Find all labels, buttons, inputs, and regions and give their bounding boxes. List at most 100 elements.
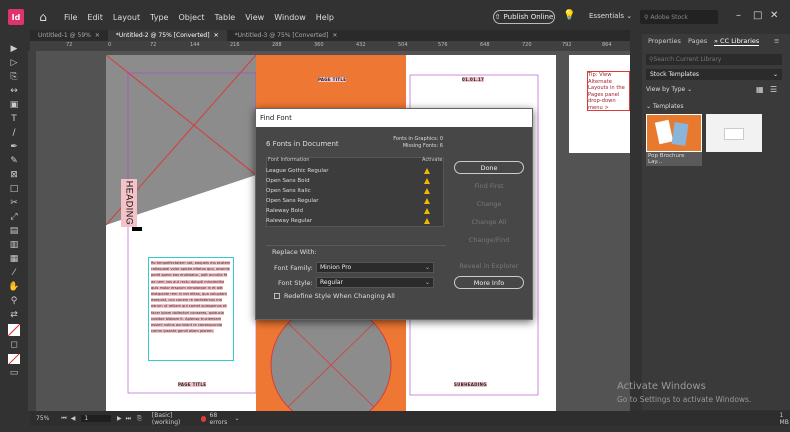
minimize-button[interactable]: – [736,10,741,21]
ruler-label: 864 [602,42,612,48]
menu-help[interactable]: Help [316,13,334,22]
font-row[interactable]: Open Sans Bold [266,176,434,185]
preflight-errors[interactable]: 68 errors [210,412,229,426]
view-by-type-dropdown[interactable]: View by Type ⌄ [646,86,692,93]
font-row[interactable]: Open Sans Italic [266,186,434,195]
close-icon[interactable]: ✕ [95,32,100,39]
zoom-tool-icon[interactable]: ⚲ [8,296,20,306]
menu-object[interactable]: Object [178,13,204,22]
gradient-swatch-tool-icon[interactable]: ▤ [8,226,20,236]
body-text-frame[interactable]: Ro tempelfectatem nat, eaqueis ma ecatem… [148,257,234,361]
menu-layout[interactable]: Layout [113,13,140,22]
change-find-button[interactable]: Change/Find [454,233,524,246]
formatting-affects-container-icon[interactable]: ◻ [8,340,20,350]
tab-untitled-1[interactable]: Untitled-1 @ 59% ✕ [30,30,108,41]
list-view-icon[interactable]: ☰ [770,85,777,94]
font-row[interactable]: Open Sans Regular [266,196,434,205]
rectangle-frame-tool-icon[interactable]: ⊠ [8,170,20,180]
free-transform-tool-icon[interactable]: ⤢ [8,212,20,222]
library-select[interactable]: Stock Templates ⌄ [646,69,782,80]
type-tool-icon[interactable]: T [8,114,20,124]
alternate-layout-page[interactable]: Tip: View Alternate Layouts in the Pages… [569,55,630,153]
tab-cc-libraries[interactable]: » CC Libraries [714,37,760,46]
menu-window[interactable]: Window [274,13,306,22]
page-number-field[interactable]: 1 [81,415,112,422]
font-row[interactable]: League Gothic Regular [266,166,434,175]
home-icon[interactable]: ⌂ [36,10,50,24]
menu-view[interactable]: View [245,13,264,22]
change-all-button[interactable]: Change All [454,215,524,228]
maximize-button[interactable]: □ [753,10,762,21]
tab-untitled-3[interactable]: *Untitled-3 @ 75% [Converted] ✕ [227,30,346,41]
fill-stroke-swatch-icon[interactable] [8,324,20,336]
note-tool-icon[interactable]: ▦ [8,254,20,264]
content-collector-icon[interactable]: ▣ [8,100,20,110]
eyedropper-tool-icon[interactable]: ⁄ [8,268,20,278]
chevron-down-icon[interactable]: ⌄ [234,415,239,422]
tip-text-frame[interactable]: Tip: View Alternate Layouts in the Pages… [587,71,630,111]
ruler-label: 720 [522,42,532,48]
grid-view-icon[interactable]: ▦ [756,85,764,94]
menu-edit[interactable]: Edit [87,13,103,22]
apply-none-icon[interactable] [8,354,20,364]
workspace-switcher[interactable]: Essentials ⌄ [589,12,632,20]
menu-table[interactable]: Table [215,13,236,22]
more-info-button[interactable]: More Info [454,276,524,289]
font-style-select[interactable]: Regular ⌄ [316,277,434,288]
warning-icon [424,207,430,214]
change-button[interactable]: Change [454,197,524,210]
rectangle-tool-icon[interactable]: □ [8,184,20,194]
swap-fill-stroke-icon[interactable]: ⇄ [8,310,20,320]
vertical-ruler[interactable] [28,51,36,411]
pencil-tool-icon[interactable]: ✎ [8,156,20,166]
adobe-stock-search[interactable]: ⚲ Adobe Stock [640,10,718,24]
pen-tool-icon[interactable]: ✒ [8,142,20,152]
font-row[interactable]: Raleway Bold [266,206,434,215]
publish-online-button[interactable]: ⇧ Publish Online [493,10,555,24]
template-thumbnail-2[interactable] [706,114,762,152]
template-preview [724,128,744,140]
scissors-tool-icon[interactable]: ✂ [8,198,20,208]
tab-label: *Untitled-3 @ 75% [Converted] [234,32,329,39]
direct-selection-tool-icon[interactable]: ▷ [8,58,20,68]
close-window-button[interactable]: ✕ [770,10,778,21]
previous-page-icon[interactable]: ◀ [71,415,76,422]
gradient-feather-tool-icon[interactable]: ▥ [8,240,20,250]
first-page-icon[interactable]: ⏮ [61,415,66,423]
tab-pages[interactable]: Pages [688,37,707,45]
close-icon[interactable]: ✕ [332,32,337,39]
close-icon[interactable]: ✕ [214,32,219,39]
preflight-profile[interactable]: [Basic] (working) [152,412,187,426]
find-first-button[interactable]: Find First [454,179,524,192]
done-button[interactable]: Done [454,161,524,174]
redefine-style-checkbox[interactable] [274,293,280,299]
gap-tool-icon[interactable]: ↔ [8,86,20,96]
screen-mode-icon[interactable]: ▭ [8,368,20,378]
horizontal-ruler[interactable]: 72 0 72 144 216 288 360 432 504 576 648 … [30,41,630,51]
left-page[interactable]: HEADING Ro tempelfectatem nat, eaqueis m… [106,55,256,411]
library-search-input[interactable]: ⚲ Search Current Library [646,54,782,65]
template-thumbnail-brochure[interactable] [646,114,702,152]
lightbulb-icon[interactable]: 💡 [563,10,575,21]
tab-untitled-2[interactable]: *Untitled-2 @ 75% [Converted] ✕ [107,30,227,41]
selection-tool-icon[interactable]: ▶ [8,44,20,54]
heading-frame[interactable]: HEADING [121,179,137,227]
templates-section[interactable]: ⌄ Templates [646,103,683,110]
open-page-icon[interactable]: ⎘ [137,415,142,423]
page-tool-icon[interactable]: ⎘ [8,72,20,82]
font-row[interactable]: Raleway Regular [266,216,434,225]
menu-file[interactable]: File [64,13,77,22]
ruler-label: 792 [562,42,572,48]
zoom-level[interactable]: 75% [36,415,49,422]
reveal-in-explorer-button[interactable]: Reveal in Explorer [454,259,524,272]
hand-tool-icon[interactable]: ✋ [8,282,20,292]
panel-menu-icon[interactable]: ≡ [774,37,779,45]
tab-properties[interactable]: Properties [648,37,681,45]
line-tool-icon[interactable]: / [8,128,20,138]
last-page-icon[interactable]: ⏭ [126,415,131,423]
next-page-icon[interactable]: ▶ [117,415,122,422]
font-family-select[interactable]: Minion Pro ⌄ [316,262,434,273]
menu-type[interactable]: Type [150,13,168,22]
chevron-down-icon: ⌄ [646,103,653,110]
error-dot-icon [201,415,206,422]
